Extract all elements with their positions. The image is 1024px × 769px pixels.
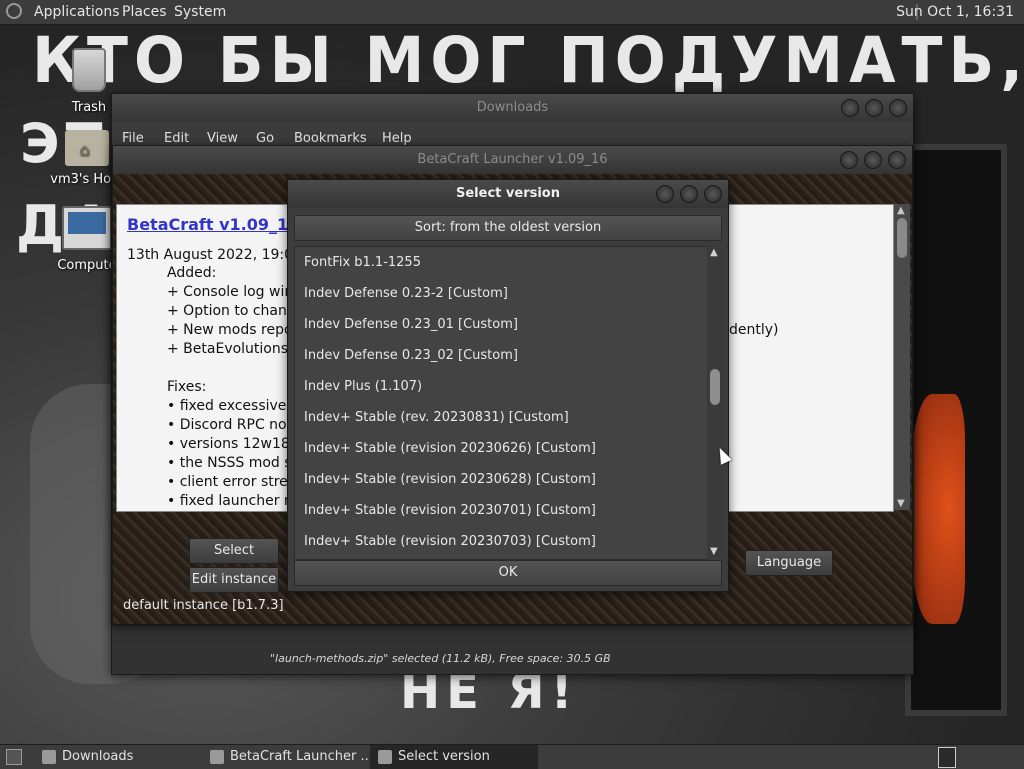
menu-view[interactable]: View	[207, 131, 238, 146]
news-line-fragment: dently)	[729, 322, 779, 338]
list-item[interactable]: Indev+ Stable (revision 20230703) [Custo…	[304, 526, 596, 557]
window-title: Downloads	[476, 100, 549, 115]
window-title: BetaCraft Launcher v1.09_16	[417, 152, 608, 167]
clock[interactable]: Sun Oct 1, 16:31	[896, 4, 1014, 20]
list-item[interactable]: Indev+ Stable (revision 20230701) [Custo…	[304, 495, 596, 526]
news-line: + Console log wind	[167, 284, 303, 300]
menu-applications[interactable]: Applications	[34, 4, 120, 20]
minimize-button[interactable]	[840, 151, 858, 169]
list-item[interactable]: Indev+ Stable (revision 20230628) [Custo…	[304, 464, 596, 495]
workspace-switcher[interactable]	[938, 747, 956, 768]
betacraft-icon	[378, 750, 392, 764]
top-panel: Applications Places System Sun Oct 1, 16…	[0, 0, 1024, 25]
menu-edit[interactable]: Edit	[164, 131, 189, 146]
news-line: Fixes:	[167, 379, 207, 395]
list-item[interactable]: FontFix b1.1-1255	[304, 247, 421, 278]
menu-file[interactable]: File	[122, 131, 144, 146]
news-date: 13th August 2022, 19:00	[127, 247, 302, 263]
menu-go[interactable]: Go	[256, 131, 274, 146]
list-item[interactable]: Indev Plus (1.107)	[304, 371, 422, 402]
news-scrollbar[interactable]: ▲ ▼	[894, 204, 910, 510]
list-item[interactable]: Indev Defense 0.23_02 [Custom]	[304, 340, 518, 371]
scrollbar-thumb[interactable]	[897, 218, 907, 258]
dialog-titlebar[interactable]: Select version	[288, 180, 728, 208]
version-list[interactable]: FontFix b1.1-1255 Indev Defense 0.23-2 […	[294, 246, 708, 560]
scroll-down-icon[interactable]: ▼	[897, 498, 905, 509]
task-downloads[interactable]: Downloads	[34, 745, 204, 769]
list-item[interactable]: Indev+ Stable (revision 20230626) [Custo…	[304, 433, 596, 464]
list-item[interactable]: Indev Defense 0.23-2 [Custom]	[304, 278, 508, 309]
wallpaper-text-line1: КТО БЫ МОГ ПОДУМАТЬ, ЧТО Я -	[32, 24, 1024, 98]
news-line: • the NSSS mod s	[167, 455, 292, 471]
folder-icon	[42, 750, 56, 764]
news-line: • fixed launcher no	[167, 493, 302, 509]
status-text: "launch-methods.zip" selected (11.2 kB),…	[270, 652, 611, 665]
task-label: Downloads	[62, 749, 134, 764]
close-button[interactable]	[888, 151, 906, 169]
show-desktop-icon[interactable]	[6, 749, 22, 765]
downloads-statusbar	[112, 625, 913, 674]
computer-icon	[62, 206, 112, 250]
menu-help[interactable]: Help	[382, 131, 412, 146]
bottom-taskbar: Downloads BetaCraft Launcher ... Select …	[0, 744, 1024, 769]
instance-label: default instance [b1.7.3]	[123, 598, 284, 613]
trash-icon	[72, 48, 106, 92]
select-version-dialog[interactable]: Select version Sort: from the oldest ver…	[287, 179, 729, 592]
task-betacraft[interactable]: BetaCraft Launcher ...	[202, 745, 370, 769]
downloads-titlebar[interactable]: Downloads	[112, 94, 913, 122]
sort-button[interactable]: Sort: from the oldest version	[294, 215, 722, 241]
maximize-button[interactable]	[680, 185, 698, 203]
select-version-button[interactable]: Select version	[189, 538, 279, 582]
menu-places[interactable]: Places	[122, 4, 167, 20]
menu-bookmarks[interactable]: Bookmarks	[294, 131, 367, 146]
distro-logo-icon[interactable]	[6, 3, 22, 19]
edit-instance-button[interactable]: Edit instance	[189, 567, 279, 593]
maximize-button[interactable]	[865, 99, 883, 117]
news-line: • client error strear	[167, 474, 303, 490]
home-folder-icon: ⌂	[65, 130, 109, 166]
wallpaper-fire	[910, 394, 965, 624]
task-label: BetaCraft Launcher ...	[230, 749, 370, 764]
news-line: • Discord RPC not	[167, 417, 293, 433]
maximize-button[interactable]	[864, 151, 882, 169]
minimize-button[interactable]	[656, 185, 674, 203]
dialog-title: Select version	[456, 186, 560, 201]
news-line: Added:	[167, 265, 217, 281]
menu-system[interactable]: System	[174, 4, 226, 20]
language-button[interactable]: Language	[745, 550, 833, 576]
task-select-version[interactable]: Select version	[370, 745, 538, 769]
list-item[interactable]: Indev Defense 0.23_01 [Custom]	[304, 309, 518, 340]
scroll-down-icon[interactable]: ▼	[710, 546, 718, 557]
version-list-scrollbar[interactable]: ▲ ▼	[707, 246, 723, 558]
list-item[interactable]: Indev+ Stable (rev. 20230831) [Custom]	[304, 402, 569, 433]
scrollbar-thumb[interactable]	[710, 369, 720, 405]
scroll-up-icon[interactable]: ▲	[897, 205, 905, 216]
betacraft-icon	[210, 750, 224, 764]
news-line: + Option to change	[167, 303, 305, 319]
task-label: Select version	[398, 749, 490, 764]
ok-button[interactable]: OK	[294, 560, 722, 586]
news-line: • fixed excessive a	[167, 398, 300, 414]
minimize-button[interactable]	[841, 99, 859, 117]
news-line: + BetaEvolutions s	[167, 341, 300, 357]
scroll-up-icon[interactable]: ▲	[710, 247, 718, 258]
news-line: + New mods repos	[167, 322, 300, 338]
news-line: • versions 12w18a	[167, 436, 299, 452]
close-button[interactable]	[889, 99, 907, 117]
close-button[interactable]	[704, 185, 722, 203]
betacraft-titlebar[interactable]: BetaCraft Launcher v1.09_16	[113, 146, 912, 174]
